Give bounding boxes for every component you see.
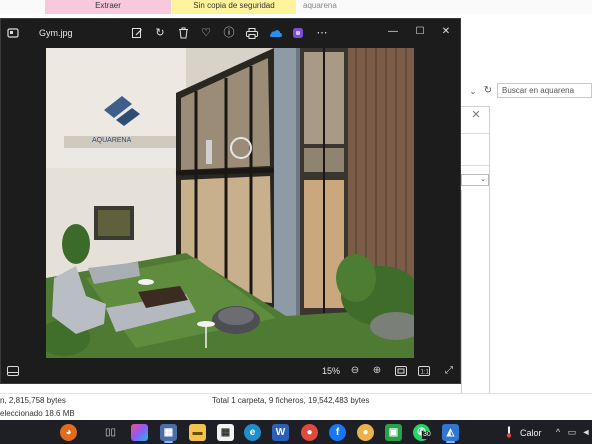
selection-text: eleccionado 18.6 MB <box>0 409 75 418</box>
status-total: Total 1 carpeta, 9 ficheros, 19,542,483 … <box>212 396 370 405</box>
search-input[interactable]: Buscar en aquarena <box>497 83 592 98</box>
gallery-icon[interactable] <box>7 27 19 39</box>
clipchamp-icon[interactable] <box>290 25 306 41</box>
favorite-icon[interactable]: ♡ <box>198 25 214 41</box>
whatsapp-badge: 30 <box>422 431 432 439</box>
refresh-icon[interactable]: ↻ <box>481 84 495 98</box>
minimize-icon[interactable]: — <box>383 23 403 41</box>
actual-size-icon[interactable]: 1:1 <box>416 363 432 379</box>
onedrive-icon[interactable] <box>267 25 283 41</box>
dialog-divider <box>461 133 489 134</box>
explorer-ribbon: Extraer Sin copia de seguridad aquarena <box>0 0 592 14</box>
rotate-icon[interactable]: ↻ <box>152 25 168 41</box>
facebook-icon[interactable]: f <box>329 424 346 441</box>
dialog-divider <box>461 165 489 166</box>
edge-icon[interactable]: e <box>244 424 261 441</box>
selection-bar <box>0 406 592 420</box>
photos-window: Gym.jpg ↻ ♡ ⓘ ⋯ — ☐ ✕ AQUARENA 15% ⊖ ⊕ 1… <box>0 18 461 384</box>
chevron-up-icon[interactable]: ^ <box>552 425 564 439</box>
file-explorer-icon[interactable]: ▦ <box>160 424 177 441</box>
extract-tab[interactable]: Extraer <box>45 0 171 14</box>
svg-text:1:1: 1:1 <box>421 370 430 376</box>
backup-status-tab[interactable]: Sin copia de seguridad <box>172 0 296 14</box>
photos-bottom-bar: 15% ⊖ ⊕ 1:1 ⤢ <box>1 359 460 383</box>
dialog-dropdown[interactable]: ⌄ <box>461 174 489 186</box>
edit-icon[interactable] <box>129 25 145 41</box>
fit-to-window-icon[interactable] <box>393 363 409 379</box>
maximize-icon[interactable]: ☐ <box>410 23 430 41</box>
info-icon[interactable]: ⓘ <box>221 25 237 41</box>
folder-icon[interactable]: ▬ <box>189 424 206 441</box>
more-icon[interactable]: ⋯ <box>314 25 330 41</box>
photos-titlebar: Gym.jpg ↻ ♡ ⓘ ⋯ — ☐ ✕ <box>1 19 460 47</box>
dialog-file-list[interactable] <box>461 190 489 398</box>
chevron-down-icon: ⌄ <box>480 176 486 183</box>
dialog-close-icon[interactable]: ✕ <box>469 108 483 122</box>
chrome-icon[interactable]: ● <box>301 424 318 441</box>
green-app-icon[interactable]: ▣ <box>385 424 402 441</box>
close-icon[interactable]: ✕ <box>436 23 456 41</box>
photos-icon[interactable]: ◭ <box>442 424 459 441</box>
pumpkin-icon[interactable]: ◕ <box>60 424 77 441</box>
running-indicator <box>164 441 173 443</box>
volume-icon[interactable]: ◄ <box>580 425 592 439</box>
zoom-level: 15% <box>321 366 340 376</box>
image-viewer[interactable]: AQUARENA <box>1 47 460 359</box>
chrome-profile-icon[interactable]: ● <box>357 424 374 441</box>
filmstrip-icon[interactable] <box>5 363 21 379</box>
thermometer-icon[interactable] <box>502 425 516 439</box>
fullscreen-icon[interactable]: ⤢ <box>441 363 457 379</box>
photo-sign-text: AQUARENA <box>92 137 132 144</box>
gym-photo: AQUARENA <box>46 48 414 358</box>
color-app-icon[interactable] <box>131 424 148 441</box>
path-text: aquarena <box>303 1 337 10</box>
network-icon[interactable]: ▭ <box>566 425 578 439</box>
calendar-icon[interactable]: ▦ <box>217 424 234 441</box>
word-icon[interactable]: W <box>272 424 289 441</box>
task-view-icon[interactable]: ▯▯ <box>102 424 119 441</box>
zoom-out-icon[interactable]: ⊖ <box>347 363 363 379</box>
zoom-in-icon[interactable]: ⊕ <box>369 363 385 379</box>
window-title: Gym.jpg <box>39 28 73 38</box>
delete-icon[interactable] <box>175 25 191 41</box>
active-indicator <box>446 441 455 443</box>
address-dropdown-icon[interactable]: ⌄ <box>466 84 480 98</box>
weather-label[interactable]: Calor <box>520 427 542 439</box>
status-selected-size: n, 2,815,758 bytes <box>0 396 66 405</box>
print-icon[interactable] <box>244 25 260 41</box>
